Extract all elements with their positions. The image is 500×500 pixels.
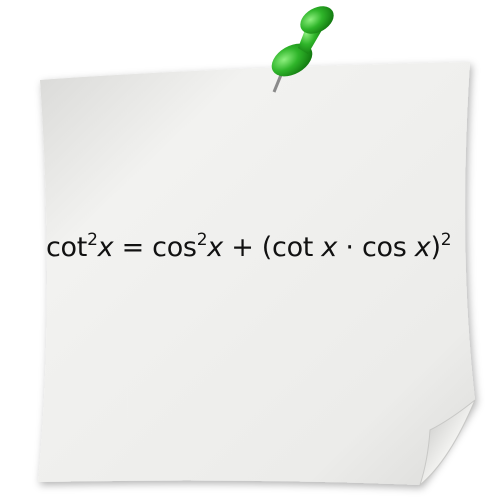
eq-cos: cos [152, 232, 197, 263]
eq-exp: 2 [440, 230, 452, 250]
eq-paren: ) [430, 232, 441, 263]
eq-exp: 2 [87, 230, 98, 250]
eq-plus: + ( [222, 232, 273, 263]
math-equation: cot2x = cos2x + (cot x · cos x)2 [46, 230, 476, 264]
eq-cot: cot [272, 232, 322, 263]
eq-var: x [321, 232, 338, 263]
eq-var: x [97, 232, 114, 263]
eq-dot: · [337, 232, 362, 263]
eq-var: x [207, 232, 223, 263]
note-paper [38, 62, 475, 485]
eq-cot: cot [46, 232, 88, 263]
eq-exp: 2 [196, 230, 208, 250]
eq-equals: = [113, 232, 153, 263]
eq-var: x [414, 232, 431, 263]
eq-cos: cos [361, 232, 415, 263]
